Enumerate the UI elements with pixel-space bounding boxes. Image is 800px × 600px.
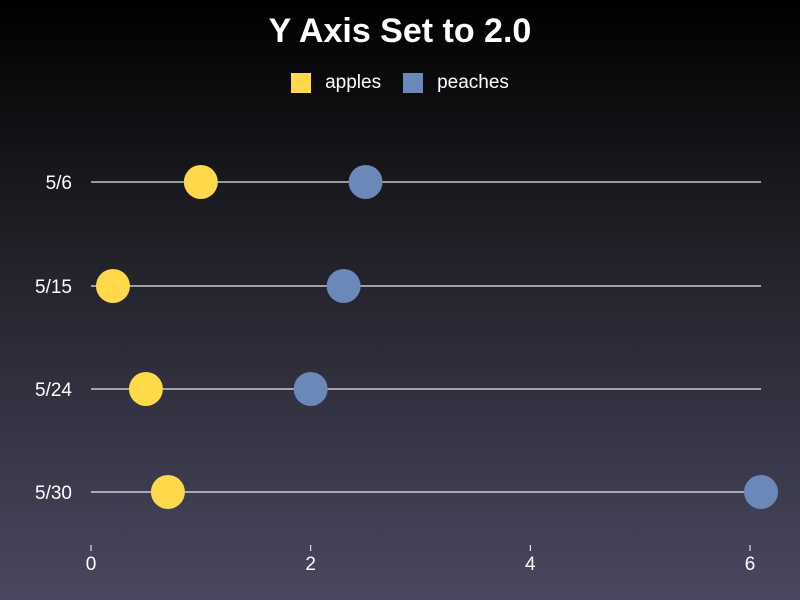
dot-apples-1: [95, 269, 130, 303]
category-label: 5/6: [46, 173, 72, 194]
dot-peaches-1: [326, 269, 361, 303]
dot-peaches-0: [348, 165, 383, 199]
category-label: 5/24: [35, 380, 72, 401]
x-tick-label: 2: [305, 554, 316, 575]
category-label: 5/30: [35, 483, 72, 504]
dot-apples-3: [150, 475, 185, 509]
dot-peaches-3: [744, 475, 778, 509]
dot-peaches-2: [293, 372, 328, 406]
x-tick-label: 0: [86, 554, 97, 575]
dot-apples-0: [183, 165, 218, 199]
x-tick-label: 6: [745, 554, 756, 575]
dot-plot: 5/6 5/15 5/24 5/30 0 2 4 6: [35, 165, 778, 575]
category-label: 5/15: [35, 277, 72, 298]
x-tick-label: 4: [525, 554, 536, 575]
dot-apples-2: [128, 372, 163, 406]
